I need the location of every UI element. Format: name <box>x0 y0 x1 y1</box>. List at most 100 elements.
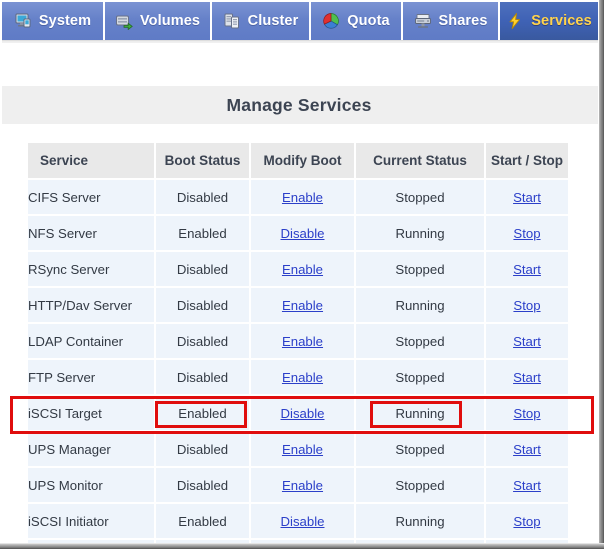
start-stop-link[interactable]: Start <box>513 370 541 385</box>
start-stop-link[interactable]: Stop <box>513 298 540 313</box>
cell-start-stop: Start <box>485 431 568 468</box>
cell-modify-boot: Enable <box>250 467 356 504</box>
cell-modify-boot: Enable <box>250 251 356 288</box>
cell-start-stop: Stop <box>485 215 568 252</box>
table-row: HTTP/Dav Server Disabled Enable Running Stop <box>28 287 568 324</box>
cell-start-stop: Stop <box>485 287 568 324</box>
table-row: FTP Server Disabled Enable Stopped Start <box>28 359 568 396</box>
tab-quota[interactable]: Quota <box>311 2 403 40</box>
cell-start-stop: Start <box>485 323 568 360</box>
cell-modify-boot: Enable <box>250 323 356 360</box>
cell-boot-status: Enabled <box>155 503 251 540</box>
tab-label: Cluster <box>247 13 299 29</box>
tab-services[interactable]: Services <box>500 2 598 40</box>
cell-service-name: UPS Manager <box>28 431 156 468</box>
cell-boot-status: Disabled <box>155 467 251 504</box>
content-area: Manage Services Service Boot Status Modi… <box>0 43 598 549</box>
tab-system[interactable]: System <box>2 2 105 40</box>
table-row: UPS Monitor Disabled Enable Stopped Start <box>28 467 568 504</box>
cell-boot-status: Disabled <box>155 323 251 360</box>
window-frame-bottom <box>0 543 604 549</box>
cell-service-name: RSync Server <box>28 251 156 288</box>
cell-start-stop: Start <box>485 251 568 288</box>
cell-service-name: UPS Monitor <box>28 467 156 504</box>
cell-start-stop: Start <box>485 179 568 216</box>
main-navigation-tabs: System Volumes Cluster Quota Shares Serv… <box>0 0 598 40</box>
cell-service-name: CIFS Server <box>28 179 156 216</box>
start-stop-link[interactable]: Start <box>513 262 541 277</box>
table-row: UPS Manager Disabled Enable Stopped Start <box>28 431 568 468</box>
server-icon <box>414 12 432 30</box>
cell-start-stop: Start <box>485 359 568 396</box>
col-header-service: Service <box>28 143 156 180</box>
volume-icon <box>115 12 133 31</box>
cell-current-status: Stopped <box>355 431 486 468</box>
cell-current-status: Running <box>355 287 486 324</box>
tab-label: Shares <box>438 13 488 29</box>
col-header-start-stop: Start / Stop <box>485 143 568 180</box>
col-header-current-status: Current Status <box>355 143 486 180</box>
table-row: iSCSI Initiator Enabled Disable Running Stop <box>28 503 568 540</box>
lightning-icon <box>506 12 524 30</box>
cell-modify-boot: Enable <box>250 431 356 468</box>
modify-boot-link[interactable]: Disable <box>281 226 325 241</box>
modify-boot-link[interactable]: Enable <box>282 190 323 205</box>
cell-boot-status: Enabled <box>155 215 251 252</box>
tab-label: Quota <box>347 13 390 29</box>
start-stop-link[interactable]: Start <box>513 190 541 205</box>
tab-cluster[interactable]: Cluster <box>212 2 311 40</box>
cell-modify-boot: Enable <box>250 179 356 216</box>
page-title: Manage Services <box>226 94 372 115</box>
modify-boot-link[interactable]: Enable <box>282 262 323 277</box>
cell-boot-status: Disabled <box>155 287 251 324</box>
cell-modify-boot: Disable <box>250 503 356 540</box>
window-frame-right <box>598 0 604 549</box>
cell-current-status: Running <box>355 215 486 252</box>
table-row: NFS Server Enabled Disable Running Stop <box>28 215 568 252</box>
table-header-row: Service Boot Status Modify Boot Current … <box>28 143 568 180</box>
cell-start-stop: Stop <box>485 503 568 540</box>
cell-service-name: iSCSI Initiator <box>28 503 156 540</box>
cell-current-status: Running <box>355 503 486 540</box>
start-stop-link[interactable]: Start <box>513 478 541 493</box>
cell-service-name: FTP Server <box>28 359 156 396</box>
table-row: RSync Server Disabled Enable Stopped Start <box>28 251 568 288</box>
cell-modify-boot: Enable <box>250 359 356 396</box>
cell-current-status: Stopped <box>355 323 486 360</box>
cell-current-status: Stopped <box>355 467 486 504</box>
cell-boot-status: Disabled <box>155 359 251 396</box>
modify-boot-link[interactable]: Disable <box>281 406 325 421</box>
start-stop-link[interactable]: Start <box>513 442 541 457</box>
col-header-boot-status: Boot Status <box>155 143 251 180</box>
table-row: CIFS Server Disabled Enable Stopped Start <box>28 179 568 216</box>
monitor-icon <box>14 12 32 30</box>
col-header-modify-boot: Modify Boot <box>250 143 356 180</box>
modify-boot-link[interactable]: Enable <box>282 442 323 457</box>
window-frame-left <box>0 0 2 549</box>
cell-service-name: HTTP/Dav Server <box>28 287 156 324</box>
modify-boot-link[interactable]: Disable <box>281 514 325 529</box>
cell-service-name: NFS Server <box>28 215 156 252</box>
tab-label: System <box>38 13 92 29</box>
cell-boot-status: Enabled <box>155 395 251 432</box>
services-table: Service Boot Status Modify Boot Current … <box>28 143 568 549</box>
modify-boot-link[interactable]: Enable <box>282 334 323 349</box>
cell-modify-boot: Disable <box>250 395 356 432</box>
cell-service-name: LDAP Container <box>28 323 156 360</box>
modify-boot-link[interactable]: Enable <box>282 370 323 385</box>
cell-boot-status: Disabled <box>155 179 251 216</box>
tab-volumes[interactable]: Volumes <box>105 2 212 40</box>
cell-current-status: Stopped <box>355 359 486 396</box>
tab-label: Volumes <box>139 13 201 29</box>
modify-boot-link[interactable]: Enable <box>282 298 323 313</box>
modify-boot-link[interactable]: Enable <box>282 478 323 493</box>
title-spacer <box>0 124 598 143</box>
start-stop-link[interactable]: Stop <box>513 406 540 421</box>
tab-shares[interactable]: Shares <box>403 2 500 40</box>
start-stop-link[interactable]: Stop <box>513 226 540 241</box>
start-stop-link[interactable]: Stop <box>513 514 540 529</box>
top-spacer <box>0 43 598 86</box>
cluster-icon <box>223 12 241 30</box>
cell-boot-status: Disabled <box>155 431 251 468</box>
start-stop-link[interactable]: Start <box>513 334 541 349</box>
